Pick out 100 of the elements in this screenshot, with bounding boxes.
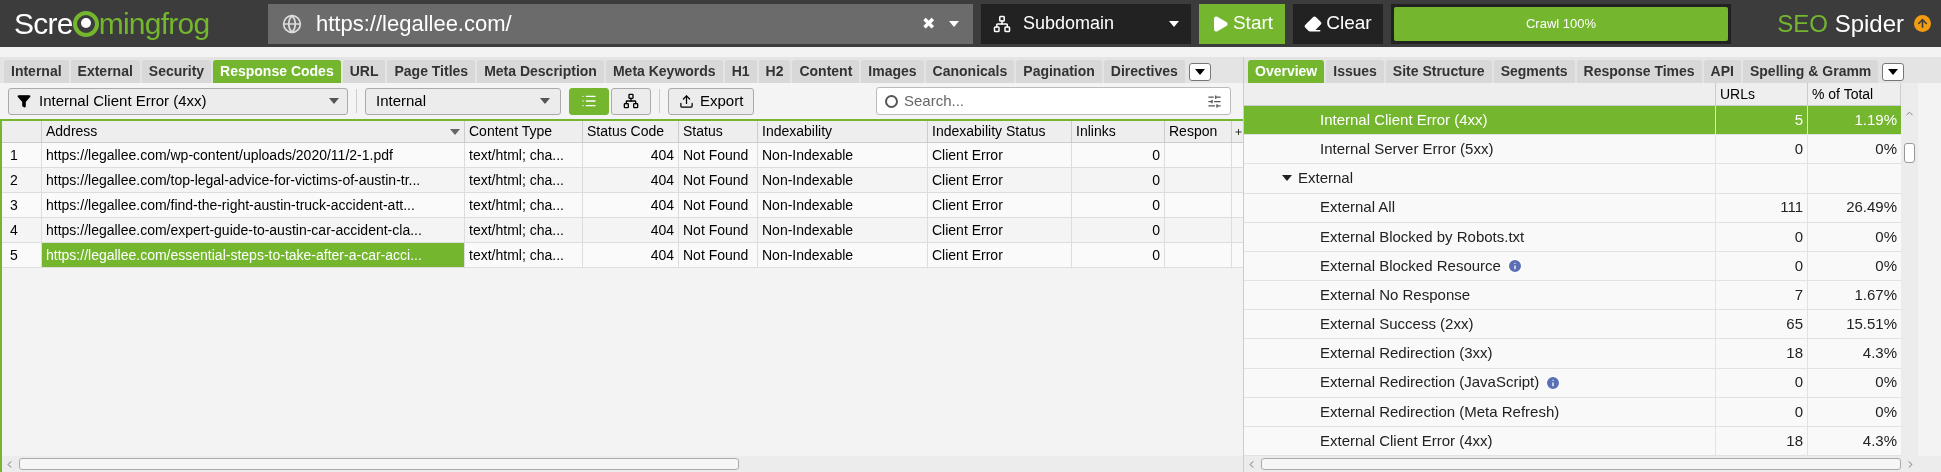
crawl-mode-dropdown[interactable]: Subdomain bbox=[981, 3, 1191, 44]
tab[interactable]: Meta Description bbox=[477, 60, 604, 83]
tabs-menu-button[interactable] bbox=[1188, 63, 1211, 81]
tree-row[interactable]: External Redirection (JavaScript) 0 0% bbox=[1244, 368, 1901, 398]
column-header[interactable]: Indexability bbox=[758, 121, 928, 142]
tree-row[interactable]: External Redirection (3xx) 18 4.3% bbox=[1244, 339, 1901, 369]
tree-row[interactable]: External Blocked by Robots.txt 0 0% bbox=[1244, 222, 1901, 252]
tab[interactable]: Directives bbox=[1103, 60, 1185, 83]
table-cell: 0 bbox=[1072, 218, 1165, 242]
table-cell: Not Found bbox=[679, 143, 758, 167]
table-cell: Not Found bbox=[679, 168, 758, 192]
table-cell: https://legallee.com/wp-content/uploads/2020/11/2-1.pdf bbox=[42, 143, 465, 167]
hierarchy-icon bbox=[993, 14, 1011, 33]
tree-row[interactable]: External Success (2xx) 65 15.51% bbox=[1244, 310, 1901, 340]
tab[interactable]: Segments bbox=[1493, 60, 1575, 83]
column-header[interactable]: Status Code bbox=[583, 121, 679, 142]
search-field[interactable]: Search... bbox=[876, 87, 1231, 115]
update-icon[interactable] bbox=[1914, 15, 1931, 32]
horizontal-scrollbar[interactable] bbox=[1244, 456, 1941, 472]
column-header[interactable]: Indexability Status bbox=[928, 121, 1072, 142]
export-button[interactable]: Export bbox=[668, 87, 755, 115]
table-cell: 404 bbox=[583, 218, 679, 242]
tabs-menu-button[interactable] bbox=[1882, 63, 1905, 81]
clear-button[interactable]: Clear bbox=[1293, 3, 1383, 44]
tab[interactable]: Security bbox=[141, 60, 212, 83]
filter-icon bbox=[17, 94, 31, 108]
table-cell: 0 bbox=[1072, 143, 1165, 167]
table-cell: 404 bbox=[583, 243, 679, 267]
caret-icon bbox=[540, 98, 550, 104]
tab[interactable]: API bbox=[1703, 60, 1741, 83]
tree-row[interactable]: External Client Error (4xx) 18 4.3% bbox=[1244, 426, 1901, 456]
tree-row[interactable]: External Redirection (Meta Refresh) 0 0% bbox=[1244, 397, 1901, 427]
table-cell: Not Found bbox=[679, 218, 758, 242]
logo-text: Scre bbox=[14, 6, 73, 42]
tab[interactable]: URL bbox=[342, 60, 386, 83]
table-cell: https://legallee.com/expert-guide-to-austin-car-accident-cla... bbox=[42, 218, 465, 242]
tab[interactable]: Site Structure bbox=[1385, 60, 1492, 83]
url-field[interactable]: https://legallee.com/ ✖ bbox=[268, 3, 973, 44]
horizontal-scrollbar[interactable] bbox=[2, 456, 1243, 472]
tab[interactable]: Meta Keywords bbox=[605, 60, 723, 83]
table-cell: Not Found bbox=[679, 193, 758, 217]
tab[interactable]: Internal bbox=[4, 60, 69, 83]
table-cell: Non-Indexable bbox=[758, 168, 928, 192]
row-number: 3 bbox=[2, 193, 42, 217]
table-cell: text/html; cha... bbox=[465, 168, 583, 192]
table-cell: Non-Indexable bbox=[758, 243, 928, 267]
tab[interactable]: Response Times bbox=[1576, 60, 1702, 83]
globe-icon bbox=[282, 13, 302, 34]
table-cell: Client Error bbox=[928, 243, 1072, 267]
tab[interactable]: Pagination bbox=[1016, 60, 1102, 83]
expand-triangle-icon[interactable] bbox=[1282, 175, 1292, 182]
column-header[interactable]: Respon bbox=[1165, 121, 1232, 142]
column-header[interactable]: Status bbox=[679, 121, 758, 142]
column-header[interactable]: Inlinks bbox=[1072, 121, 1165, 142]
tab[interactable]: Images bbox=[861, 60, 924, 83]
search-icon bbox=[885, 94, 898, 108]
table-cell: text/html; cha... bbox=[465, 243, 583, 267]
table-cell: 404 bbox=[583, 143, 679, 167]
table-cell: Not Found bbox=[679, 243, 758, 267]
tree-row[interactable]: External Blocked Resource 0 0% bbox=[1244, 251, 1901, 282]
eraser-icon bbox=[1304, 14, 1323, 33]
table-cell: Client Error bbox=[928, 168, 1072, 192]
tree-row[interactable]: Internal Server Error (5xx) 0 0% bbox=[1244, 135, 1901, 165]
column-header[interactable]: URLs bbox=[1716, 83, 1808, 105]
tree-row[interactable]: External All 111 26.49% bbox=[1244, 193, 1901, 223]
vertical-scrollbar[interactable] bbox=[1901, 83, 1918, 456]
caret-icon bbox=[1194, 69, 1205, 75]
tab[interactable]: Canonicals bbox=[925, 60, 1015, 83]
tab[interactable]: H1 bbox=[724, 60, 757, 83]
tab[interactable]: Issues bbox=[1326, 60, 1384, 83]
clear-url-button[interactable]: ✖ bbox=[922, 11, 935, 36]
scope-dropdown[interactable]: Internal bbox=[365, 87, 561, 115]
tab[interactable]: H2 bbox=[758, 60, 791, 83]
table-cell: 404 bbox=[583, 168, 679, 192]
table-cell: Client Error bbox=[928, 218, 1072, 242]
table-cell: https://legallee.com/essential-steps-to-take-after-a-car-acci... bbox=[42, 243, 465, 267]
tab[interactable]: Spelling & Gramm bbox=[1742, 60, 1879, 83]
table-cell: Non-Indexable bbox=[758, 143, 928, 167]
search-input[interactable]: Search... bbox=[904, 89, 1201, 113]
table-cell: https://legallee.com/top-legal-advice-for-victims-of-austin-tr... bbox=[42, 168, 465, 192]
tab[interactable]: Page Titles bbox=[387, 60, 476, 83]
table-cell: 0 bbox=[1072, 168, 1165, 192]
filter-dropdown[interactable]: Internal Client Error (4xx) bbox=[8, 87, 348, 115]
tree-group-row[interactable]: External bbox=[1244, 164, 1901, 194]
scrollbar-thumb[interactable] bbox=[1904, 143, 1915, 163]
tree-row[interactable]: External No Response 7 1.67% bbox=[1244, 281, 1901, 311]
caret-icon bbox=[450, 128, 460, 135]
list-icon bbox=[581, 93, 597, 109]
product-name: SEO Spider bbox=[1777, 8, 1904, 39]
table-cell: Client Error bbox=[928, 143, 1072, 167]
export-icon bbox=[679, 93, 694, 109]
table-cell: Client Error bbox=[928, 193, 1072, 217]
column-header[interactable]: Address bbox=[42, 121, 465, 142]
column-header[interactable]: Content Type bbox=[465, 121, 583, 142]
caret-icon bbox=[1282, 175, 1292, 182]
tab[interactable]: Content bbox=[792, 60, 860, 83]
table-cell: 404 bbox=[583, 193, 679, 217]
table-cell: text/html; cha... bbox=[465, 218, 583, 242]
tree-view-button[interactable] bbox=[611, 87, 651, 115]
tab[interactable]: External bbox=[70, 60, 140, 83]
